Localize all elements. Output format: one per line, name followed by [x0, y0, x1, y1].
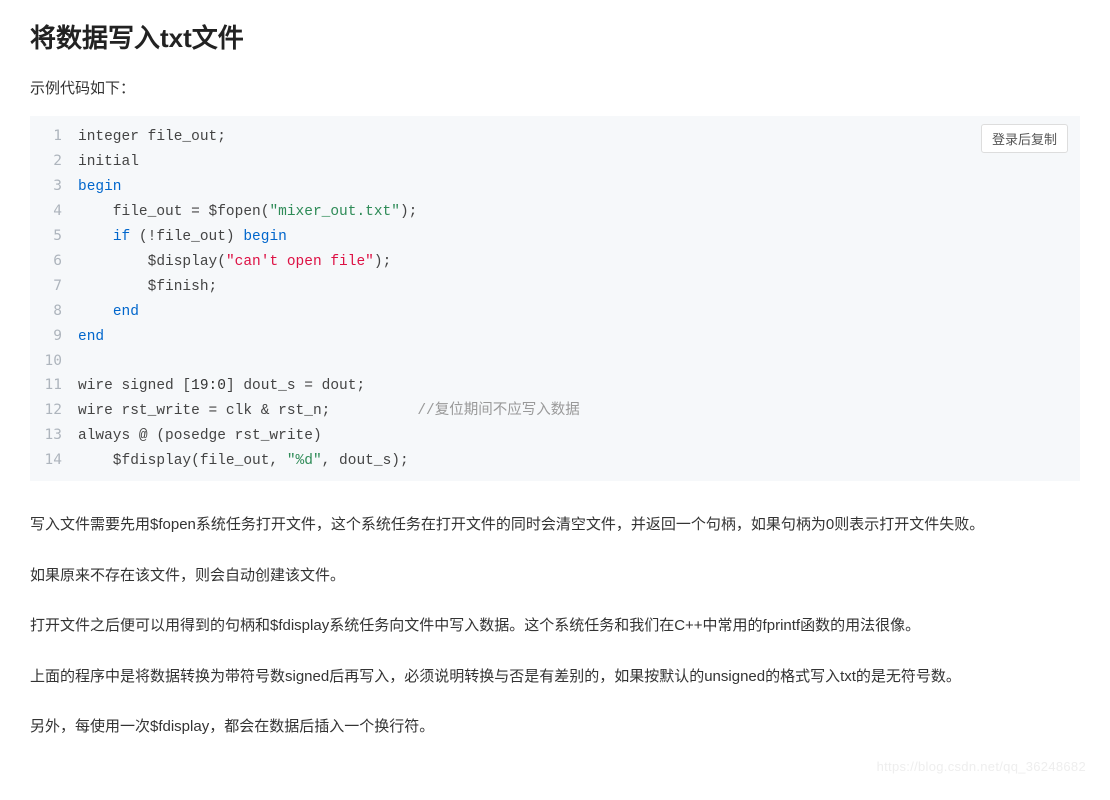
code-content: integer file_out; [78, 125, 226, 149]
code-line: 13always @ (posedge rst_write) [30, 423, 1080, 448]
code-line: 7 $finish; [30, 274, 1080, 299]
code-content: always @ (posedge rst_write) [78, 424, 322, 448]
line-number: 14 [30, 448, 78, 472]
code-content: wire signed [19:0] dout_s = dout; [78, 374, 365, 398]
code-line: 6 $display("can't open file"); [30, 249, 1080, 274]
code-line: 1integer file_out; [30, 124, 1080, 149]
line-number: 7 [30, 274, 78, 298]
paragraph: 打开文件之后便可以用得到的句柄和$fdisplay系统任务向文件中写入数据。这个… [30, 612, 1080, 641]
code-content: initial [78, 150, 139, 174]
code-content: $fdisplay(file_out, "%d", dout_s); [78, 449, 409, 473]
code-line: 5 if (!file_out) begin [30, 224, 1080, 249]
code-line: 3begin [30, 174, 1080, 199]
line-number: 12 [30, 398, 78, 422]
paragraph: 如果原来不存在该文件，则会自动创建该文件。 [30, 562, 1080, 591]
code-content: $display("can't open file"); [78, 250, 391, 274]
line-number: 11 [30, 373, 78, 397]
line-number: 3 [30, 174, 78, 198]
line-number: 2 [30, 149, 78, 173]
line-number: 6 [30, 249, 78, 273]
line-number: 8 [30, 299, 78, 323]
line-number: 13 [30, 423, 78, 447]
code-content: end [78, 300, 139, 324]
code-line: 8 end [30, 299, 1080, 324]
code-line: 10 [30, 349, 1080, 373]
code-line: 11wire signed [19:0] dout_s = dout; [30, 373, 1080, 398]
line-number: 4 [30, 199, 78, 223]
line-number: 5 [30, 224, 78, 248]
code-content: $finish; [78, 275, 217, 299]
code-content: file_out = $fopen("mixer_out.txt"); [78, 200, 417, 224]
code-content: if (!file_out) begin [78, 225, 287, 249]
paragraph: 上面的程序中是将数据转换为带符号数signed后再写入，必须说明转换与否是有差别… [30, 663, 1080, 692]
code-content: begin [78, 175, 122, 199]
code-line: 9end [30, 324, 1080, 349]
section-heading: 将数据写入txt文件 [30, 18, 1080, 55]
code-content: end [78, 325, 104, 349]
copy-button[interactable]: 登录后复制 [981, 124, 1068, 153]
intro-text: 示例代码如下： [30, 77, 1080, 98]
code-block: 登录后复制 1integer file_out;2initial3begin4 … [30, 116, 1080, 481]
paragraph: 写入文件需要先用$fopen系统任务打开文件，这个系统任务在打开文件的同时会清空… [30, 511, 1080, 540]
line-number: 10 [30, 349, 78, 373]
code-line: 4 file_out = $fopen("mixer_out.txt"); [30, 199, 1080, 224]
watermark: https://blog.csdn.net/qq_36248682 [877, 759, 1086, 774]
line-number: 1 [30, 124, 78, 148]
code-content: wire rst_write = clk & rst_n; //复位期间不应写入… [78, 399, 580, 423]
paragraph: 另外，每使用一次$fdisplay，都会在数据后插入一个换行符。 [30, 713, 1080, 742]
code-line: 14 $fdisplay(file_out, "%d", dout_s); [30, 448, 1080, 473]
code-line: 12wire rst_write = clk & rst_n; //复位期间不应… [30, 398, 1080, 423]
code-line: 2initial [30, 149, 1080, 174]
line-number: 9 [30, 324, 78, 348]
